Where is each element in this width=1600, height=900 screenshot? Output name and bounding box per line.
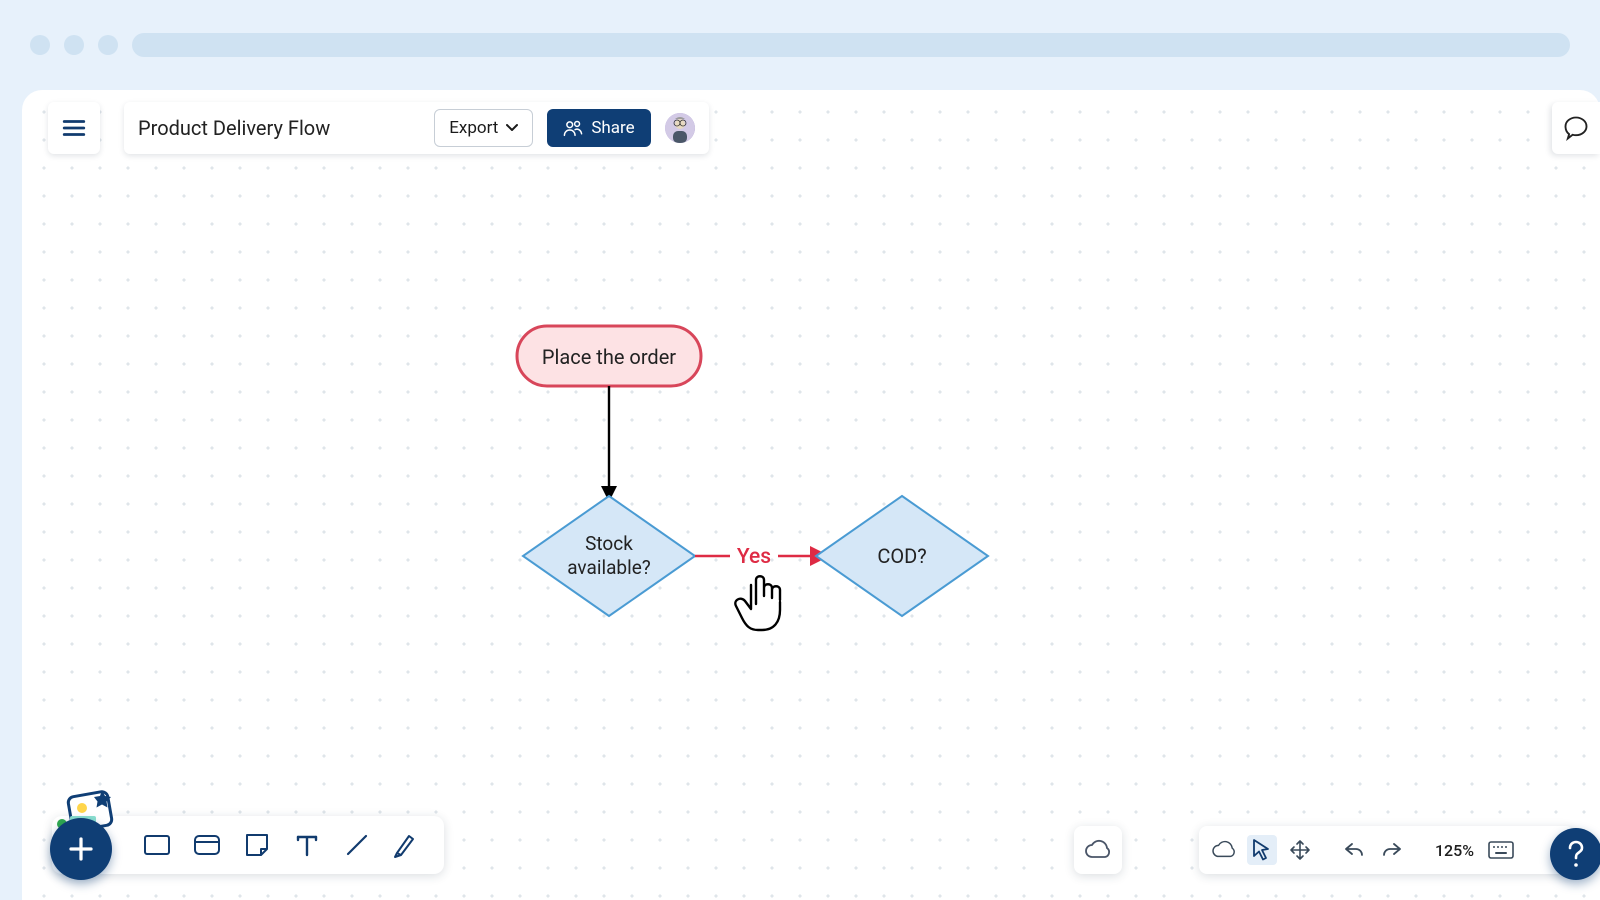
edge-yes-label: Yes [737,545,771,569]
address-bar [132,33,1570,57]
sticky-note-tool[interactable] [242,830,272,860]
plus-icon [66,834,96,864]
redo-icon [1381,840,1403,860]
cloud-outline-icon [1210,839,1238,861]
text-icon [295,832,319,858]
edge-yes[interactable]: Yes [695,545,830,569]
cloud-icon [1083,838,1113,862]
help-button[interactable] [1550,828,1600,880]
node-cod-label: COD? [877,544,926,568]
view-toolbar: 125% [1199,826,1574,874]
node-stock-line1: Stock [585,532,633,555]
highlighter-icon [393,831,421,859]
keyboard-shortcuts-button[interactable] [1486,835,1516,865]
pointer-icon [1251,838,1273,862]
rectangle-icon [143,833,171,857]
node-start-label: Place the order [542,345,676,369]
sticky-note-icon [244,832,270,858]
freehand-tool[interactable] [392,830,422,860]
node-start[interactable]: Place the order [517,326,701,386]
redo-button[interactable] [1377,835,1407,865]
rectangle-tool[interactable] [142,830,172,860]
node-stock-decision[interactable]: Stock available? [523,496,695,616]
edge-start-to-stock[interactable] [601,386,617,502]
cloud-sync-button[interactable] [1074,826,1122,874]
node-stock-line2: available? [567,556,651,579]
node-cod-decision[interactable]: COD? [816,496,988,616]
card-tool[interactable] [192,830,222,860]
undo-icon [1343,840,1365,860]
line-tool[interactable] [342,830,372,860]
hand-cursor-icon [735,576,780,630]
canvas[interactable]: Product Delivery Flow Export Share [22,90,1600,900]
line-icon [344,832,370,858]
flowchart: Place the order Stock available? Yes COD… [22,90,1600,900]
cloud-history-button[interactable] [1209,835,1239,865]
pan-tool[interactable] [1285,835,1315,865]
text-tool[interactable] [292,830,322,860]
chrome-dot [64,35,84,55]
undo-button[interactable] [1339,835,1369,865]
browser-chrome [0,0,1600,90]
help-icon [1566,840,1586,868]
add-shape-fab[interactable] [50,818,112,880]
card-icon [193,833,221,857]
chrome-dot [98,35,118,55]
pointer-tool[interactable] [1247,835,1277,865]
zoom-level[interactable]: 125% [1431,841,1478,860]
move-icon [1289,839,1311,861]
keyboard-icon [1488,840,1514,860]
chrome-dot [30,35,50,55]
